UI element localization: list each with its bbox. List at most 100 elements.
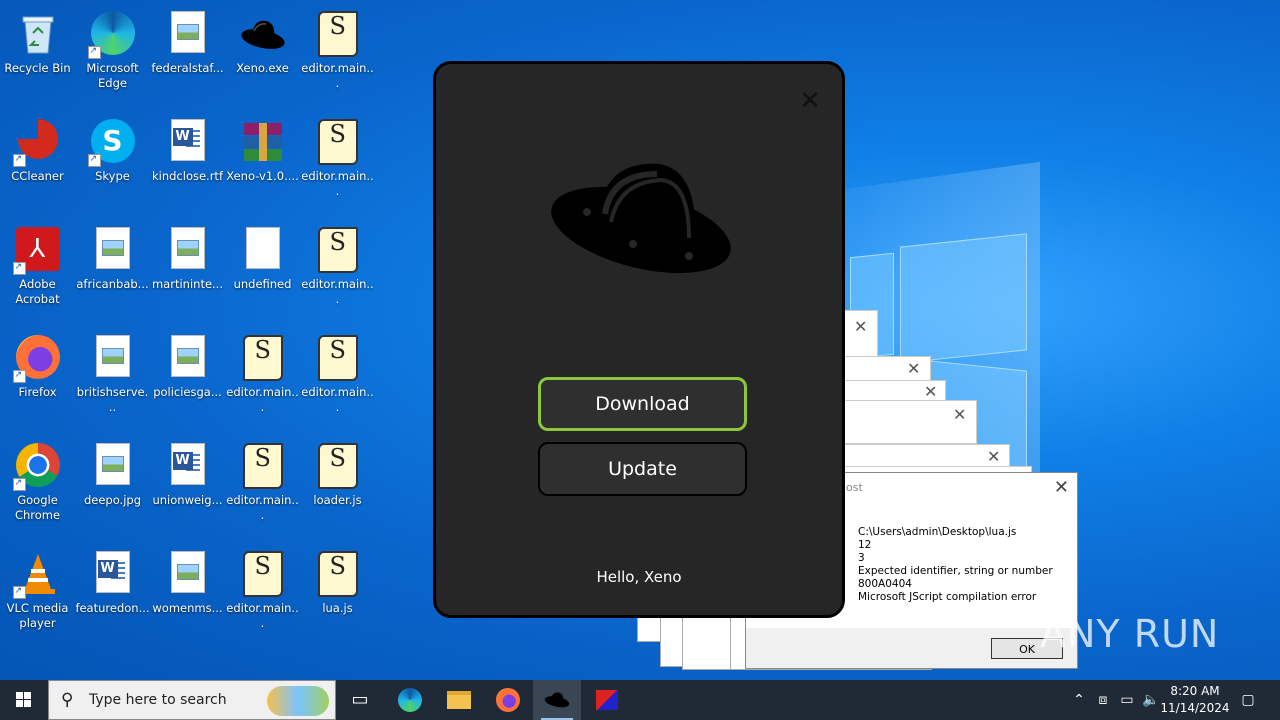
- desktop-icon-label: britishserve...: [76, 385, 149, 414]
- acrobat-icon: ⅄: [12, 227, 61, 275]
- desktop-icon-editor-main[interactable]: editor.main...: [300, 5, 375, 91]
- skype-icon: S: [87, 119, 136, 167]
- desktop-icon-federalstaf[interactable]: federalstaf...: [150, 5, 225, 76]
- desktop-icon-label: featuredon...: [75, 601, 150, 615]
- close-icon[interactable]: ✕: [1054, 477, 1069, 498]
- close-icon[interactable]: ✕: [907, 359, 920, 378]
- task-view-icon[interactable]: ▭: [336, 680, 384, 720]
- desktop-icon-label: undefined: [233, 277, 292, 291]
- desktop-icon-label: policiesga...: [153, 385, 222, 399]
- desktop-icon-label: VLC media player: [6, 601, 69, 630]
- close-icon[interactable]: ✕: [953, 405, 966, 424]
- desktop-icon-deepo[interactable]: deepo.jpg: [75, 437, 150, 508]
- script-file-icon: [315, 551, 361, 597]
- desktop-icon-editor-main[interactable]: editor.main...: [225, 329, 300, 415]
- system-clock[interactable]: 8:20 AM 11/14/2024: [1160, 683, 1230, 717]
- desktop-icon-editor-main[interactable]: editor.main...: [300, 221, 375, 307]
- desktop-icon-chrome[interactable]: Google Chrome: [0, 437, 75, 523]
- desktop-icon-loader-js[interactable]: loader.js: [300, 437, 375, 508]
- desktop-icon-africanbab[interactable]: africanbab...: [75, 221, 150, 292]
- taskbar-xeno-icon[interactable]: [533, 680, 581, 720]
- network-status-icon[interactable]: ⧈: [1092, 680, 1114, 720]
- image-file-icon: [165, 551, 211, 597]
- desktop-icon-label: editor.main...: [301, 385, 374, 414]
- notification-center-icon[interactable]: ▢: [1236, 680, 1260, 720]
- desktop-icon-label: Microsoft Edge: [86, 61, 139, 90]
- close-icon[interactable]: ✕: [987, 447, 1000, 466]
- desktop-icon-label: kindclose.rtf: [151, 169, 223, 183]
- image-file-icon: [165, 11, 211, 57]
- desktop-icon-label: Skype: [95, 169, 130, 183]
- download-button[interactable]: Download: [538, 377, 747, 431]
- close-icon[interactable]: ✕: [924, 382, 937, 401]
- taskbar-file-explorer-icon[interactable]: [435, 680, 483, 720]
- winrar-icon: [240, 119, 286, 165]
- chrome-icon: [12, 443, 61, 491]
- greeting-text: Hello, Xeno: [596, 568, 682, 586]
- desktop-icon-label: Firefox: [18, 385, 57, 399]
- firefox-icon: [12, 335, 61, 383]
- edge-icon: [87, 11, 136, 59]
- desktop-icon-label: editor.main...: [226, 493, 299, 522]
- desktop-icon-label: Recycle Bin: [4, 61, 71, 75]
- network-icon[interactable]: ▭: [1116, 680, 1138, 720]
- desktop-icon-label: loader.js: [313, 493, 362, 507]
- volume-icon[interactable]: 🔈: [1140, 680, 1162, 720]
- image-file-icon: [90, 443, 136, 489]
- taskbar: ⚲ Type here to search ▭ ⌃ ⧈ ▭ 🔈 8:20 AM …: [0, 680, 1280, 720]
- ccleaner-icon: [12, 119, 61, 167]
- desktop-icon-label: deepo.jpg: [83, 493, 142, 507]
- close-icon[interactable]: ✕: [854, 317, 867, 336]
- dialog-title: ost: [846, 481, 863, 494]
- desktop-icon-unionweig[interactable]: unionweig...: [150, 437, 225, 508]
- desktop-icon-label: federalstaf...: [151, 61, 224, 75]
- desktop-icon-britishserve[interactable]: britishserve...: [75, 329, 150, 415]
- close-icon[interactable]: ✕: [799, 88, 821, 114]
- desktop-icon-edge[interactable]: Microsoft Edge: [75, 5, 150, 91]
- desktop-icon-editor-main[interactable]: editor.main...: [300, 113, 375, 199]
- vlc-icon: [12, 551, 61, 599]
- desktop-icon-undefined[interactable]: undefined: [225, 221, 300, 292]
- desktop-icon-editor-main[interactable]: editor.main...: [225, 545, 300, 631]
- desktop-icon-ccleaner[interactable]: CCleaner: [0, 113, 75, 184]
- desktop-icon-label: editor.main...: [301, 277, 374, 306]
- desktop-icon-label: womenms...: [152, 601, 223, 615]
- desktop-icon-womenms[interactable]: womenms...: [150, 545, 225, 616]
- taskbar-edge-icon[interactable]: [386, 680, 434, 720]
- xeno-launcher-window[interactable]: ✕ Download Update Hello, Xeno: [433, 61, 845, 618]
- desktop-icon-editor-main[interactable]: editor.main...: [225, 437, 300, 523]
- taskbar-app-icon[interactable]: [583, 680, 631, 720]
- desktop-icon-label: lua.js: [322, 601, 353, 615]
- desktop-icon-label: editor.main...: [226, 385, 299, 414]
- error-message: C:\Users\admin\Desktop\lua.js 12 3 Expec…: [858, 526, 1053, 603]
- script-file-icon: [315, 119, 361, 165]
- desktop-icon-vlc[interactable]: VLC media player: [0, 545, 75, 631]
- clock-time: 8:20 AM: [1170, 684, 1220, 698]
- desktop-icon-label: Adobe Acrobat: [15, 277, 60, 306]
- desktop-icon-kindclose[interactable]: kindclose.rtf: [150, 113, 225, 184]
- desktop-icon-acrobat[interactable]: ⅄ Adobe Acrobat: [0, 221, 75, 307]
- desktop-icon-xeno-exe[interactable]: Xeno.exe: [225, 5, 300, 76]
- taskbar-firefox-icon[interactable]: [484, 680, 532, 720]
- desktop-icon-editor-main[interactable]: editor.main...: [300, 329, 375, 415]
- desktop-icon-policiesga[interactable]: policiesga...: [150, 329, 225, 400]
- desktop-icon-xeno-rar[interactable]: Xeno-v1.0....: [225, 113, 300, 184]
- script-file-icon: [240, 551, 286, 597]
- show-hidden-icons-chevron-icon[interactable]: ⌃: [1068, 680, 1090, 720]
- desktop-icon-firefox[interactable]: Firefox: [0, 329, 75, 400]
- desktop-icon-skype[interactable]: S Skype: [75, 113, 150, 184]
- image-file-icon: [165, 227, 211, 273]
- update-button[interactable]: Update: [538, 442, 747, 496]
- desktop-icon-lua-js[interactable]: lua.js: [300, 545, 375, 616]
- desktop-icon-recycle-bin[interactable]: Recycle Bin: [0, 5, 75, 76]
- start-button[interactable]: [0, 680, 48, 720]
- image-file-icon: [165, 335, 211, 381]
- desktop-icon-label: africanbab...: [76, 277, 149, 291]
- desktop-icon-featuredon[interactable]: featuredon...: [75, 545, 150, 616]
- desktop-icon-label: editor.main...: [301, 61, 374, 90]
- taskbar-search-box[interactable]: ⚲ Type here to search: [48, 680, 336, 720]
- desktop-icon-martininte[interactable]: martininte...: [150, 221, 225, 292]
- desktop-icon-label: Xeno.exe: [236, 61, 289, 75]
- wallpaper-logo-pane: [900, 233, 1027, 364]
- search-highlight-icon: [267, 686, 329, 716]
